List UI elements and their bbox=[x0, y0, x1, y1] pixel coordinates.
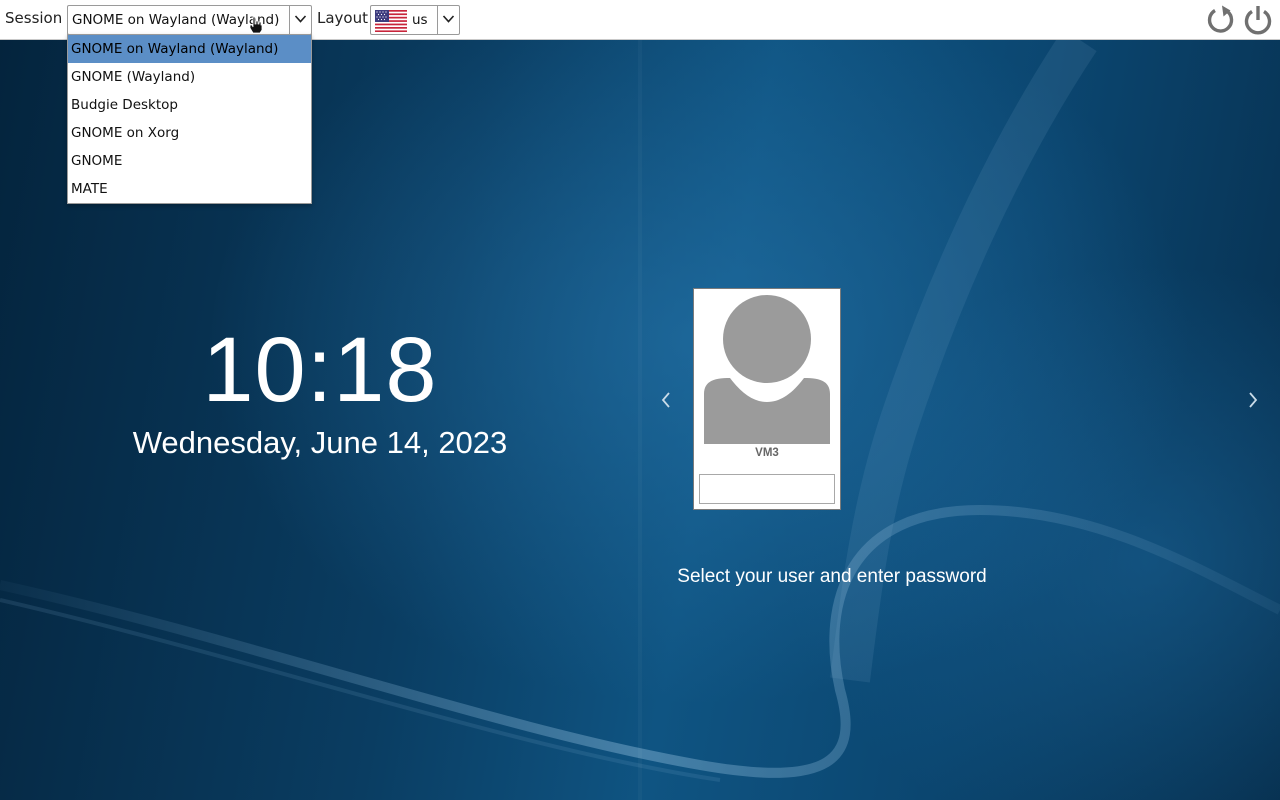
password-field[interactable] bbox=[699, 474, 835, 504]
layout-selected-value: us bbox=[412, 12, 428, 28]
session-option-gnome-wayland[interactable]: GNOME on Wayland (Wayland) bbox=[68, 35, 311, 63]
login-hint: Select your user and enter password bbox=[677, 566, 987, 587]
session-option-gnome-xorg[interactable]: GNOME on Xorg bbox=[68, 119, 311, 147]
clock-date: Wednesday, June 14, 2023 bbox=[132, 425, 508, 460]
us-flag-icon bbox=[375, 10, 407, 36]
chevron-left-icon[interactable] bbox=[654, 388, 678, 412]
chevron-right-icon[interactable] bbox=[1241, 388, 1265, 412]
session-option-budgie[interactable]: Budgie Desktop bbox=[68, 91, 311, 119]
chevron-down-icon[interactable] bbox=[437, 6, 459, 34]
session-option-gnome-wayland-plain[interactable]: GNOME (Wayland) bbox=[68, 63, 311, 91]
session-option-gnome[interactable]: GNOME bbox=[68, 147, 311, 175]
user-card[interactable]: VM3 bbox=[693, 288, 841, 510]
hand-cursor-icon bbox=[248, 16, 264, 38]
session-label: Session bbox=[5, 9, 63, 27]
session-combobox[interactable]: GNOME on Wayland (Wayland) bbox=[67, 5, 312, 35]
layout-combobox[interactable]: us bbox=[370, 5, 460, 35]
session-dropdown-menu: GNOME on Wayland (Wayland) GNOME (Waylan… bbox=[67, 34, 312, 204]
session-option-mate[interactable]: MATE bbox=[68, 175, 311, 203]
avatar bbox=[702, 294, 832, 448]
layout-label: Layout bbox=[317, 9, 368, 27]
username-label: VM3 bbox=[755, 447, 779, 459]
power-icon[interactable] bbox=[1242, 4, 1274, 36]
chevron-down-icon[interactable] bbox=[289, 6, 311, 34]
clock-time: 10:18 bbox=[202, 319, 438, 421]
restart-icon[interactable] bbox=[1205, 4, 1237, 36]
